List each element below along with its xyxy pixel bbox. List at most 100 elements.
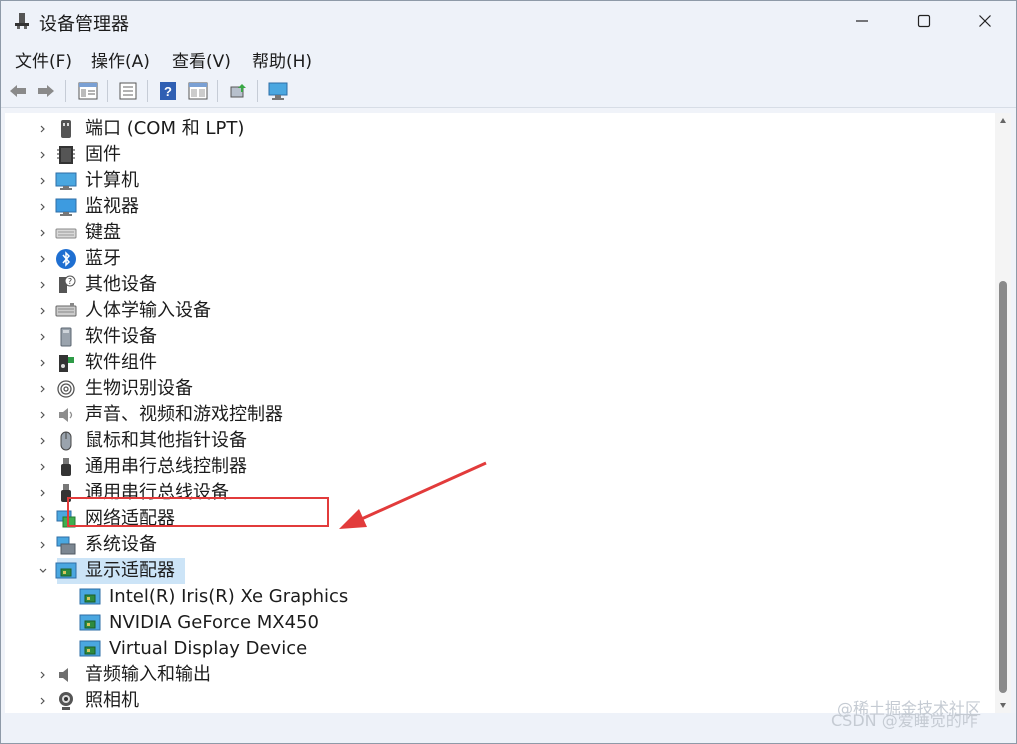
chevron-right-icon[interactable] <box>37 669 49 681</box>
speaker-icon <box>59 408 73 422</box>
tree-category-item[interactable]: 端口 (COM 和 LPT) <box>5 116 985 142</box>
tree-category-item[interactable]: 声音、视频和游戏控制器 <box>5 402 985 428</box>
forward-arrow-icon <box>38 85 54 97</box>
tree-item-label: Intel(R) Iris(R) Xe Graphics <box>109 586 349 607</box>
chevron-right-icon[interactable] <box>37 409 49 421</box>
chevron-right-icon[interactable] <box>37 331 49 343</box>
chevron-right-icon[interactable] <box>37 539 49 551</box>
device-manager-app-icon <box>15 13 29 29</box>
tree-category-item[interactable]: 固件 <box>5 142 985 168</box>
chevron-right-icon[interactable] <box>37 175 49 187</box>
help-button[interactable]: ? <box>157 80 179 102</box>
watermark-line-2: CSDN @爱睡觉的咋 <box>831 711 978 730</box>
menu-help[interactable]: 帮助(H) <box>252 47 312 72</box>
keyboard-icon <box>55 228 77 239</box>
tree-category-item[interactable]: 键盘 <box>5 220 985 246</box>
tree-category-item[interactable]: ? 其他设备 <box>5 272 985 298</box>
minimize-icon <box>856 20 868 22</box>
toolbar-separator <box>257 80 258 102</box>
tree-category-item[interactable]: 蓝牙 <box>5 246 985 272</box>
tree-item-label: NVIDIA GeForce MX450 <box>109 612 319 633</box>
chevron-right-icon[interactable] <box>37 253 49 265</box>
tree-category-item[interactable]: 鼠标和其他指针设备 <box>5 428 985 454</box>
chevron-right-icon[interactable] <box>37 461 49 473</box>
mouse-icon <box>60 431 72 451</box>
tree-category-item[interactable]: 显示适配器 <box>5 558 985 584</box>
list-button[interactable] <box>117 80 139 102</box>
tree-item-label: 人体学输入设备 <box>85 300 211 321</box>
menu-view[interactable]: 查看(V) <box>172 47 231 72</box>
chevron-right-icon[interactable] <box>37 487 49 499</box>
chevron-right-icon[interactable] <box>37 279 49 291</box>
tree-category-item[interactable]: 软件设备 <box>5 324 985 350</box>
monitor-icon <box>55 198 77 216</box>
properties-button[interactable] <box>77 80 99 102</box>
view-button[interactable] <box>187 80 209 102</box>
tree-item-label: 声音、视频和游戏控制器 <box>85 404 283 425</box>
tree-child-item[interactable]: NVIDIA GeForce MX450 <box>5 610 985 636</box>
display-adapter-icon <box>79 640 101 657</box>
tree-item-label: 固件 <box>85 144 121 165</box>
chevron-right-icon[interactable] <box>37 357 49 369</box>
forward-button[interactable] <box>35 80 57 102</box>
toolbar: ? <box>1 75 1016 108</box>
chevron-right-icon[interactable] <box>37 201 49 213</box>
hid-icon <box>55 303 77 317</box>
chevron-right-icon[interactable] <box>37 305 49 317</box>
close-button[interactable] <box>954 1 1016 41</box>
maximize-button[interactable] <box>893 1 955 41</box>
back-button[interactable] <box>7 80 29 102</box>
chevron-right-icon[interactable] <box>37 149 49 161</box>
tree-item-label: 软件设备 <box>85 326 157 347</box>
tree-category-item[interactable]: 生物识别设备 <box>5 376 985 402</box>
menu-file[interactable]: 文件(F) <box>15 47 72 72</box>
tree-category-item[interactable]: 监视器 <box>5 194 985 220</box>
chevron-right-icon[interactable] <box>37 123 49 135</box>
tree-category-item[interactable]: 音频输入和输出 <box>5 662 985 688</box>
scan-hardware-icon <box>268 82 288 100</box>
biometric-icon <box>57 380 75 398</box>
tree-category-item[interactable]: 软件组件 <box>5 350 985 376</box>
usb-icon <box>61 458 71 476</box>
scroll-down-arrow-icon[interactable] <box>999 701 1007 709</box>
title-bar: 设备管理器 <box>1 1 1016 41</box>
update-driver-button[interactable] <box>227 80 249 102</box>
chevron-right-icon[interactable] <box>37 513 49 525</box>
chevron-right-icon[interactable] <box>37 695 49 707</box>
chevron-down-icon[interactable] <box>37 565 49 577</box>
display-adapter-icon <box>79 588 101 605</box>
tree-category-item[interactable]: 计算机 <box>5 168 985 194</box>
help-icon: ? <box>160 82 176 100</box>
toolbar-separator <box>217 80 218 102</box>
vertical-scrollbar[interactable] <box>995 113 1011 713</box>
window-title: 设备管理器 <box>39 14 129 35</box>
scroll-up-arrow-icon[interactable] <box>999 117 1007 125</box>
properties-icon <box>78 82 98 100</box>
chevron-right-icon[interactable] <box>37 227 49 239</box>
red-highlight-box <box>67 497 329 527</box>
tree-child-item[interactable]: Virtual Display Device <box>5 636 985 662</box>
tree-item-label: 其他设备 <box>85 274 157 295</box>
tree-item-label: Virtual Display Device <box>109 638 308 659</box>
minimize-button[interactable] <box>831 1 893 41</box>
bluetooth-icon <box>56 249 76 269</box>
list-icon <box>119 82 137 100</box>
toolbar-separator <box>107 80 108 102</box>
tree-item-label: 音频输入和输出 <box>85 664 211 685</box>
tree-item-label: 系统设备 <box>85 534 157 555</box>
toolbar-separator <box>65 80 66 102</box>
display-adapter-icon <box>79 614 101 631</box>
scan-hardware-button[interactable] <box>267 80 289 102</box>
tree-item-label: 生物识别设备 <box>85 378 193 399</box>
tree-child-item[interactable]: Intel(R) Iris(R) Xe Graphics <box>5 584 985 610</box>
tree-item-label: 键盘 <box>85 222 121 243</box>
tree-category-item[interactable]: 人体学输入设备 <box>5 298 985 324</box>
chevron-right-icon[interactable] <box>37 383 49 395</box>
toolbar-separator <box>147 80 148 102</box>
tree-item-label: 通用串行总线控制器 <box>85 456 247 477</box>
menu-action[interactable]: 操作(A) <box>91 47 150 72</box>
chevron-right-icon[interactable] <box>37 435 49 447</box>
scrollbar-thumb[interactable] <box>999 281 1007 693</box>
computer-icon <box>55 172 77 190</box>
view-icon <box>188 82 208 100</box>
